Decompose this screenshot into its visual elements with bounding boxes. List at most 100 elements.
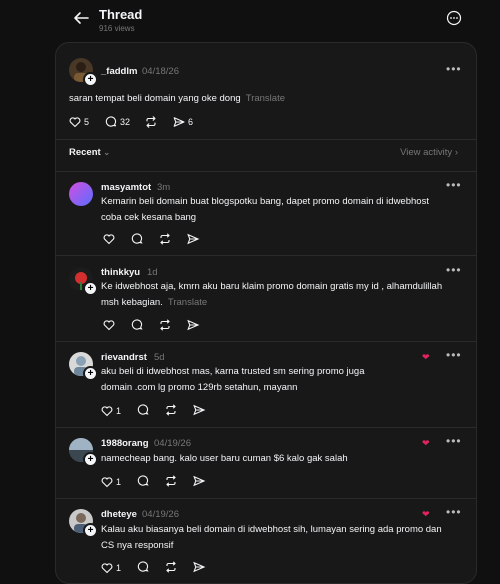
repost-icon[interactable]: [157, 233, 173, 245]
page-title: Thread: [99, 7, 143, 22]
repost-icon[interactable]: [157, 319, 173, 331]
repost-icon[interactable]: [163, 404, 179, 416]
follow-plus-icon[interactable]: +: [83, 281, 98, 296]
share-icon: [173, 117, 185, 127]
sort-label: Recent: [69, 147, 101, 158]
divider: [56, 255, 476, 256]
reply-actions: [101, 319, 221, 333]
share-icon[interactable]: [191, 475, 207, 487]
view-count: 916 views: [99, 24, 135, 33]
comment-icon[interactable]: [135, 475, 151, 487]
sort-dropdown[interactable]: Recent ⌄: [69, 147, 110, 158]
reply-actions: 1: [101, 404, 231, 418]
heart-icon: [69, 117, 81, 128]
reply-text-line: Kalau aku biasanya beli domain di idwebh…: [101, 524, 442, 535]
reply-text-line: Ke idwebhost aja, kmrn aku baru klaim pr…: [101, 281, 443, 292]
post-date: 04/18/26: [142, 66, 179, 77]
reply-actions: [101, 233, 221, 247]
like-button[interactable]: 1: [101, 475, 121, 489]
chevron-down-icon: ⌄: [103, 148, 111, 157]
like-button[interactable]: 5: [69, 115, 89, 129]
reply-text-line: Kemarin beli domain buat blogspotku bang…: [101, 196, 429, 207]
divider: [56, 341, 476, 342]
reply-username[interactable]: rievandrst: [101, 352, 147, 363]
post-text: saran tempat beli domain yang oke dong T…: [69, 91, 429, 107]
reply-text-line: aku beli di idwebhost mas, karna trusted…: [101, 366, 365, 377]
share-icon[interactable]: [191, 561, 207, 573]
reply-more-icon[interactable]: •••: [446, 434, 462, 448]
sort-row: Recent ⌄ View activity ›: [56, 147, 476, 167]
post-more-icon[interactable]: •••: [446, 62, 462, 76]
comment-count: 32: [120, 117, 131, 127]
heart-icon[interactable]: [101, 233, 117, 245]
like-button[interactable]: 1: [101, 404, 121, 418]
comment-icon[interactable]: [129, 319, 145, 331]
repost-icon[interactable]: [163, 561, 179, 573]
like-count: 1: [116, 406, 122, 416]
repost-icon: [146, 116, 156, 128]
reply-actions: 1: [101, 475, 231, 489]
avatar[interactable]: [69, 182, 93, 206]
reply-username[interactable]: dheteye: [101, 509, 137, 520]
repost-icon[interactable]: [163, 475, 179, 487]
share-count: 6: [188, 117, 194, 127]
share-icon[interactable]: [185, 319, 201, 331]
follow-plus-icon[interactable]: +: [83, 72, 98, 87]
reply-text-line: domain .com lg promo 129rb setahun, maya…: [101, 382, 298, 393]
translate-link[interactable]: Translate: [168, 297, 207, 308]
post-body: saran tempat beli domain yang oke dong: [69, 93, 241, 104]
badge-icon: ❤︎: [422, 352, 430, 362]
divider: [56, 427, 476, 428]
share-icon[interactable]: [185, 233, 201, 245]
post-username[interactable]: _faddlm: [101, 66, 137, 77]
comment-icon[interactable]: [135, 561, 151, 573]
view-activity-link[interactable]: View activity ›: [400, 147, 458, 158]
reply-more-icon[interactable]: •••: [446, 178, 462, 192]
view-activity-label: View activity: [400, 147, 453, 158]
divider: [56, 139, 476, 140]
back-arrow-icon[interactable]: [72, 10, 90, 26]
reply-time: 3m: [157, 182, 171, 193]
reply-text: namecheap bang. kalo user baru cuman $6 …: [101, 451, 461, 467]
comment-icon[interactable]: [135, 404, 151, 416]
chevron-right-icon: ›: [454, 147, 458, 158]
reply-time: 1d: [147, 267, 158, 278]
reply-text-line: CS nya responsif: [101, 540, 174, 551]
reply-username[interactable]: 1988orang: [101, 438, 149, 449]
repost-button[interactable]: [145, 115, 157, 129]
like-count: 1: [116, 563, 122, 573]
badge-icon: ❤︎: [422, 509, 430, 519]
follow-plus-icon[interactable]: +: [83, 523, 98, 538]
reply-time: 5d: [154, 352, 165, 363]
reply-more-icon[interactable]: •••: [446, 505, 462, 519]
divider: [56, 171, 476, 172]
comment-button[interactable]: 32: [105, 115, 130, 129]
reply-username[interactable]: thinkkyu: [101, 267, 140, 278]
heart-icon[interactable]: [101, 319, 117, 331]
comment-icon: [105, 116, 117, 127]
reply-text-line: msh kebagian.: [101, 297, 163, 308]
reply-text: Kemarin beli domain buat blogspotku bang…: [101, 194, 461, 226]
share-button[interactable]: 6: [173, 115, 193, 129]
reply-text-line: namecheap bang. kalo user baru cuman $6 …: [101, 453, 348, 464]
reply-text-line: coba cek kesana bang: [101, 212, 197, 223]
follow-plus-icon[interactable]: +: [83, 452, 98, 467]
like-button[interactable]: 1: [101, 561, 121, 575]
reply-time: 04/19/26: [142, 509, 179, 520]
post-actions: 5 32 6: [69, 115, 269, 129]
reply-more-icon[interactable]: •••: [446, 348, 462, 362]
translate-link[interactable]: Translate: [246, 93, 285, 104]
comment-icon[interactable]: [129, 233, 145, 245]
heart-icon: [101, 406, 113, 417]
heart-icon: [101, 477, 113, 488]
reply-username[interactable]: masyamtot: [101, 182, 151, 193]
share-icon[interactable]: [191, 404, 207, 416]
badge-icon: ❤︎: [422, 438, 430, 448]
follow-plus-icon[interactable]: +: [83, 366, 98, 381]
reply-text: Kalau aku biasanya beli domain di idwebh…: [101, 522, 471, 554]
more-options-icon[interactable]: [446, 10, 462, 26]
reply-time: 04/19/26: [154, 438, 191, 449]
reply-text: Ke idwebhost aja, kmrn aku baru klaim pr…: [101, 279, 471, 311]
like-count: 1: [116, 477, 122, 487]
reply-more-icon[interactable]: •••: [446, 263, 462, 277]
